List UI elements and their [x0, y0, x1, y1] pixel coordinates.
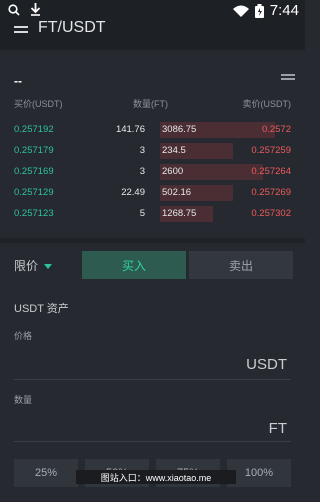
- orderbook-row[interactable]: 0.257192 141.76 3086.75 0.2572: [0, 120, 305, 138]
- menu-icon[interactable]: [14, 26, 28, 36]
- orderbook-row[interactable]: 0.257129 22.49 502.16 0.257269: [0, 183, 305, 201]
- buy-quantity: 22.49: [121, 187, 145, 198]
- price-input[interactable]: [14, 379, 291, 380]
- quantity-input[interactable]: [14, 441, 291, 442]
- buy-tab[interactable]: 买入: [82, 251, 186, 279]
- orderbook-row[interactable]: 0.257179 3 234.5 0.257259: [0, 141, 305, 159]
- price-label: 价格: [14, 331, 33, 341]
- last-price: --: [14, 74, 22, 88]
- buy-quantity: 5: [139, 208, 145, 219]
- search-icon: [8, 3, 20, 16]
- order-type-select[interactable]: 限价: [14, 257, 53, 274]
- sell-quantity: 3086.75: [162, 124, 197, 135]
- header-quantity: 数量(FT): [133, 99, 168, 109]
- buy-quantity: 141.76: [115, 124, 145, 135]
- quantity-unit: FT: [268, 420, 287, 437]
- orderbook-row[interactable]: 0.257123 5 1268.75 0.257302: [0, 204, 305, 222]
- price-unit: USDT: [246, 356, 287, 373]
- title-bar: FT/USDT: [0, 19, 305, 50]
- percent-25-button[interactable]: 25%: [14, 459, 78, 487]
- header-sell-price: 卖价(USDT): [242, 99, 292, 109]
- watermark: 图站入口：www.xiaotao.me: [76, 470, 236, 484]
- orderbook-header: 买价(USDT) 数量(FT) 卖价(USDT): [0, 97, 305, 111]
- buy-quantity: 3: [139, 145, 145, 156]
- sell-price: 0.257269: [251, 187, 291, 198]
- sell-price: 0.2572: [261, 124, 291, 135]
- orderbook-row[interactable]: 0.257169 3 2600 0.257264: [0, 162, 305, 180]
- ticker: --: [0, 50, 305, 90]
- download-icon: [30, 3, 41, 16]
- buy-price: 0.257123: [14, 208, 54, 219]
- buy-price: 0.257192: [14, 124, 54, 135]
- caret-down-icon: [44, 264, 53, 270]
- more-menu-icon[interactable]: [281, 74, 295, 82]
- sell-quantity: 502.16: [162, 187, 192, 198]
- sell-quantity: 2600: [162, 166, 184, 177]
- buy-price: 0.257179: [14, 145, 54, 156]
- wifi-icon: [232, 5, 249, 17]
- sell-price: 0.257264: [251, 166, 291, 177]
- buy-price: 0.257129: [14, 187, 54, 198]
- percent-100-button[interactable]: 100%: [227, 459, 291, 487]
- asset-label: USDT 资产: [14, 303, 69, 315]
- quantity-label: 数量: [14, 395, 33, 405]
- section-divider: [0, 238, 305, 243]
- clock: 7:44: [269, 2, 299, 19]
- sell-price: 0.257259: [251, 145, 291, 156]
- page-title: FT/USDT: [38, 19, 106, 36]
- sell-quantity: 234.5: [162, 145, 186, 156]
- sell-quantity: 1268.75: [162, 208, 197, 219]
- battery-icon: [254, 3, 264, 18]
- header-buy-price: 买价(USDT): [14, 99, 63, 109]
- order-type-label: 限价: [14, 259, 39, 273]
- buy-price: 0.257169: [14, 166, 54, 177]
- sell-price: 0.257302: [251, 208, 291, 219]
- buy-quantity: 3: [139, 166, 145, 177]
- sell-tab[interactable]: 卖出: [189, 251, 293, 279]
